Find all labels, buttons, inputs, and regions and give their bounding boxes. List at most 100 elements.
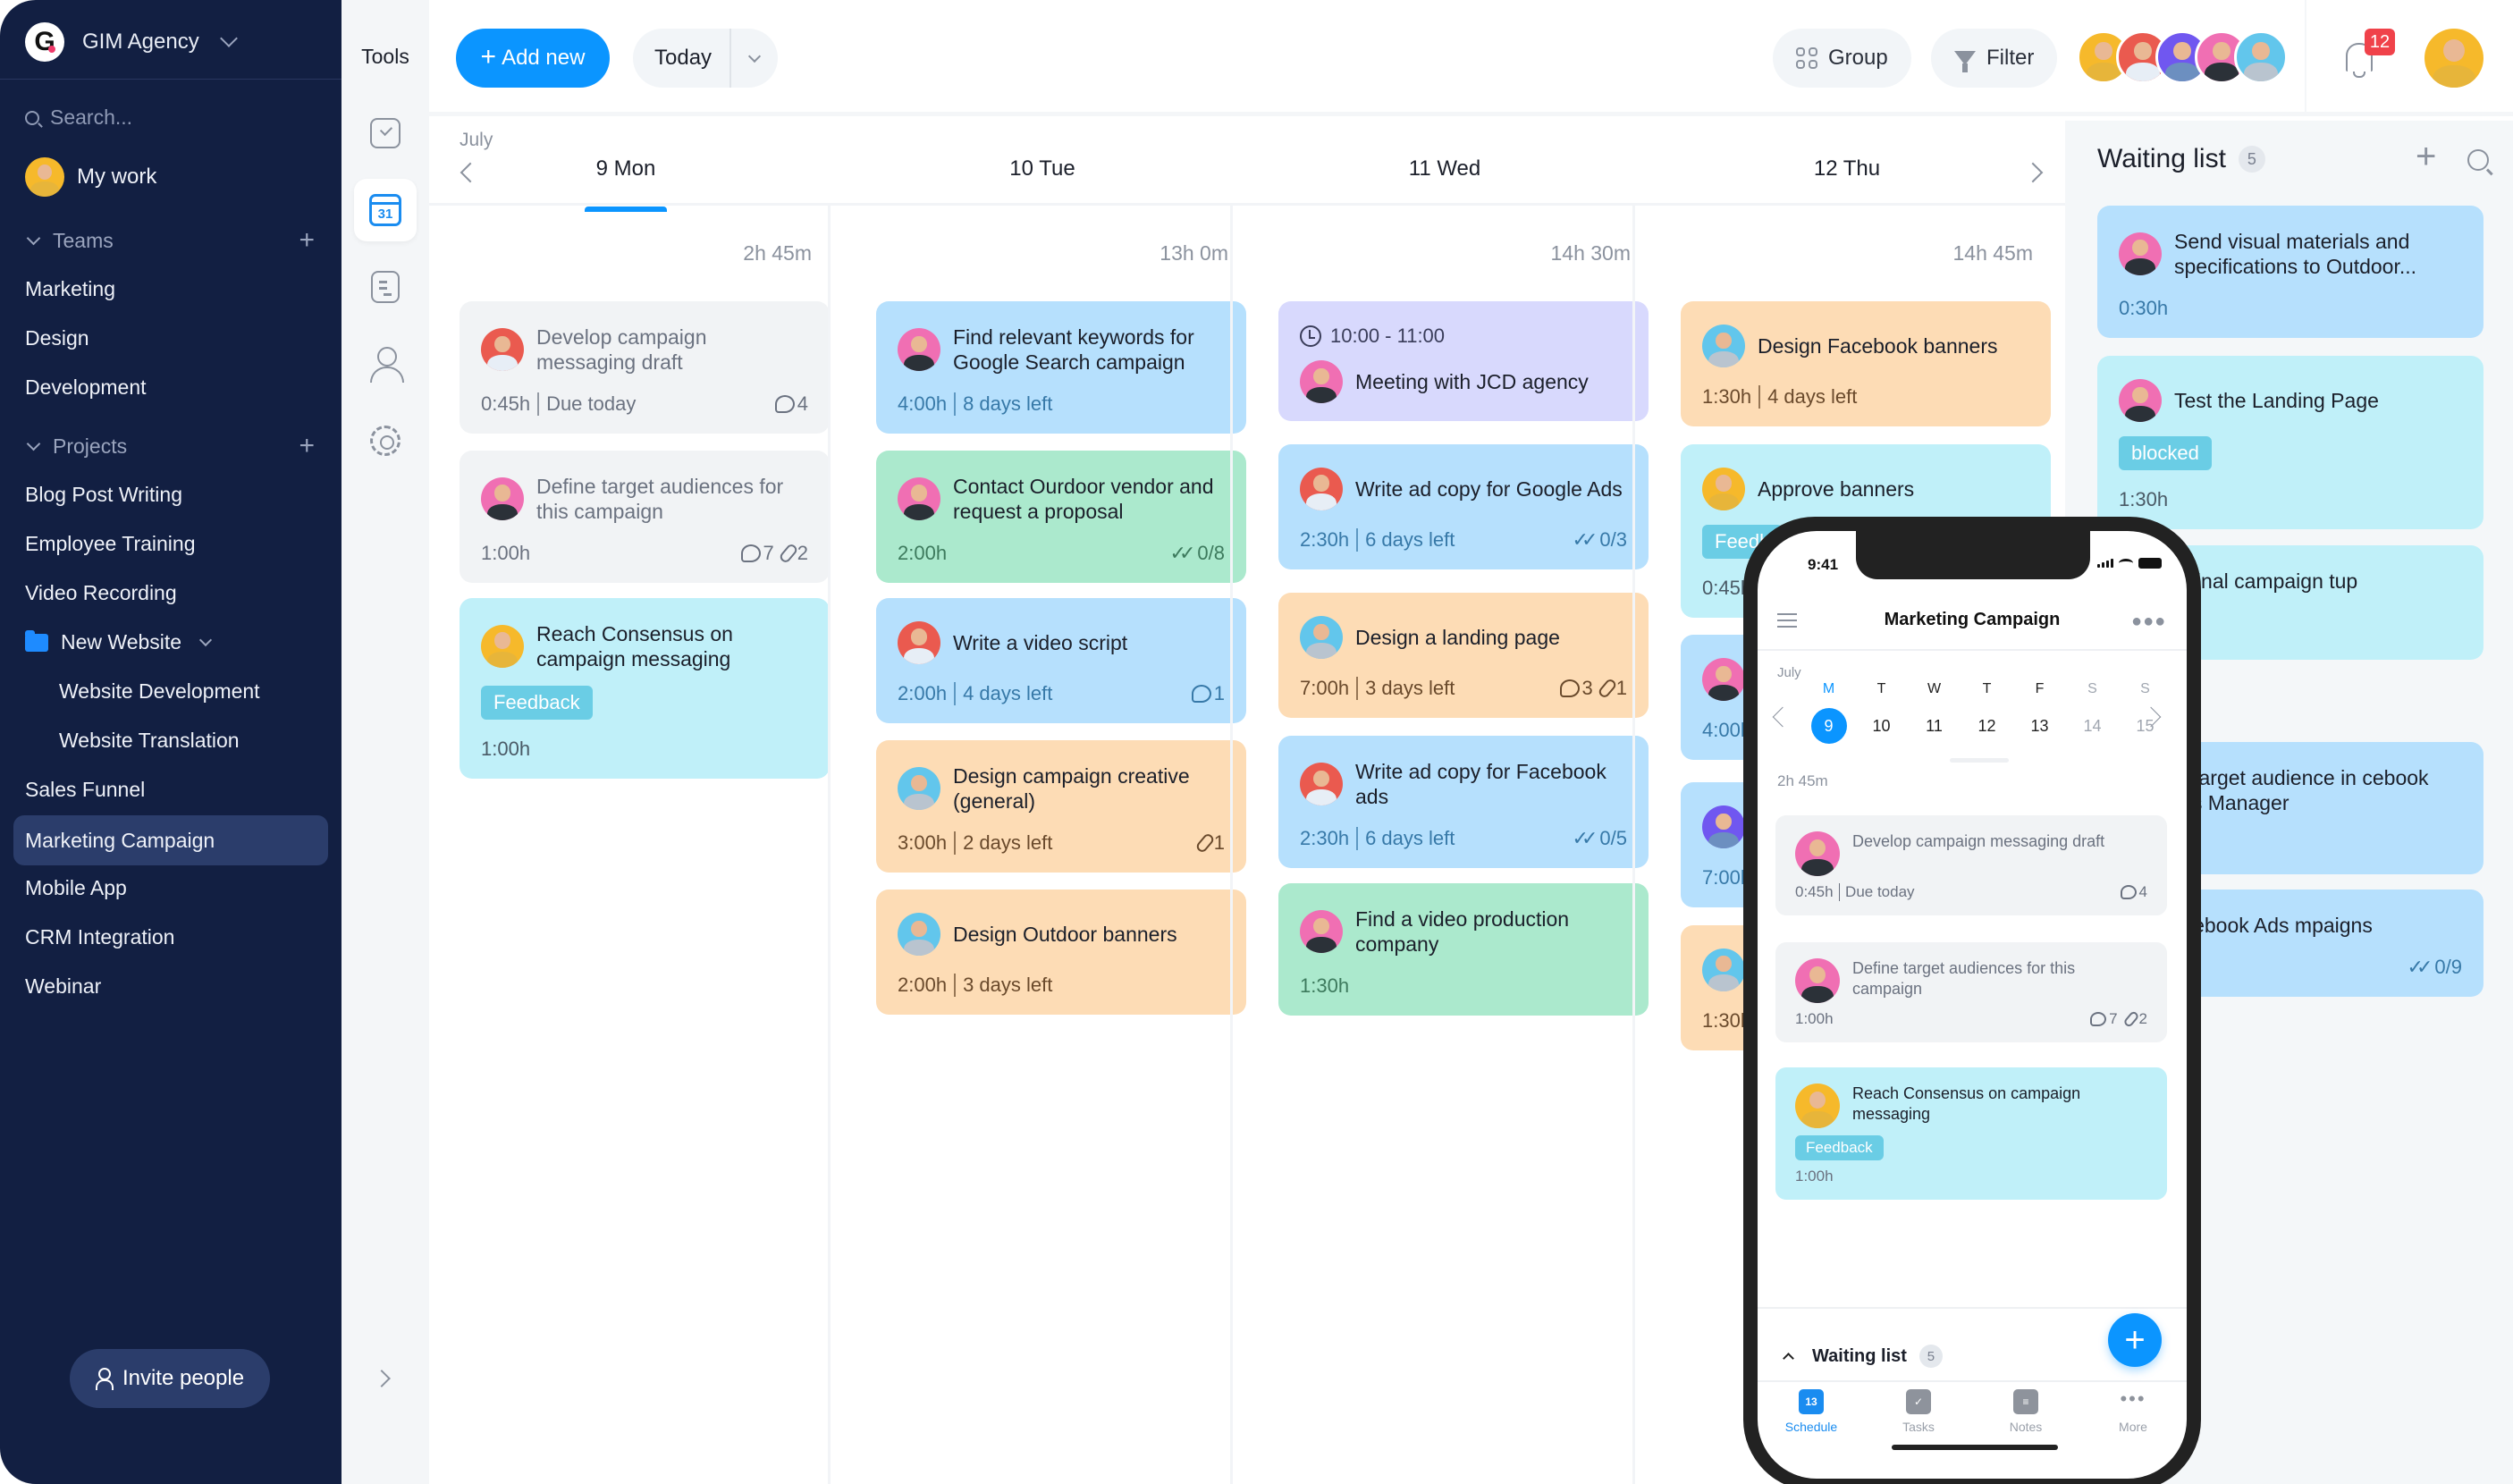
calendar-icon: 31 xyxy=(369,194,401,226)
tab-tasks[interactable]: ✓ Tasks xyxy=(1878,1389,1959,1434)
day-tab[interactable]: 11 Wed xyxy=(1355,156,1534,181)
sidebar-item-video-recording[interactable]: Video Recording xyxy=(25,581,177,605)
sidebar-item-crm-integration[interactable]: CRM Integration xyxy=(25,925,174,949)
add-team-icon[interactable]: + xyxy=(299,227,315,254)
sidebar-item-mobile-app[interactable]: Mobile App xyxy=(25,876,127,900)
task-card[interactable]: Write ad copy for Google Ads 2:30h 6 days … xyxy=(1278,443,1649,569)
task-title: Develop campaign messaging draft xyxy=(536,325,707,375)
week-day[interactable]: M9 xyxy=(1802,681,1855,744)
tool-tasks[interactable] xyxy=(354,102,417,164)
next-week-icon[interactable] xyxy=(2022,162,2044,183)
teams-section-header[interactable]: Teams + xyxy=(25,227,315,254)
tool-calendar[interactable]: 31 xyxy=(354,179,417,241)
day-number: 11 xyxy=(1926,717,1943,735)
user-avatar[interactable] xyxy=(2424,29,2483,88)
task-due: 6 days left xyxy=(1365,527,1455,551)
day-number: 9 xyxy=(1810,708,1847,744)
tab-more[interactable]: ••• More xyxy=(2093,1389,2173,1435)
more-icon[interactable]: ●●● xyxy=(2131,611,2166,632)
avatar[interactable] xyxy=(2234,30,2288,84)
prev-week-icon[interactable] xyxy=(1772,706,1793,728)
month-label: July xyxy=(460,130,493,150)
avatar xyxy=(1702,805,1745,848)
task-card[interactable]: Test the Landing Page blocked 1:30h xyxy=(2097,356,2483,530)
checklist-progress: ✓✓ 0/3 xyxy=(1573,528,1627,552)
task-meta: 2:00h ✓✓ 0/8 xyxy=(898,542,1225,565)
sidebar-search[interactable]: Search... xyxy=(25,105,132,130)
task-card[interactable]: Design Facebook banners 1:30h 4 days left xyxy=(1681,301,2051,427)
task-card[interactable]: Write a video script 2:00h 4 days left 1 xyxy=(876,597,1246,723)
my-work-link[interactable]: My work xyxy=(25,157,156,197)
task-card[interactable]: Write ad copy for Facebook ads 2:30h 6 day… xyxy=(1278,735,1649,868)
paperclip-icon xyxy=(778,542,799,565)
sidebar-folder-new-website[interactable]: New Website xyxy=(25,629,213,654)
task-stats: 72 xyxy=(740,542,808,565)
drag-handle[interactable] xyxy=(1950,758,2009,763)
add-new-button[interactable]: + Add new xyxy=(456,29,610,88)
task-meta: 0:45h Due today 4 xyxy=(1795,883,2147,901)
team-members[interactable] xyxy=(2077,30,2288,84)
day-tab[interactable]: 9 Mon xyxy=(536,156,715,212)
tool-people[interactable] xyxy=(354,333,417,395)
today-button[interactable]: Today xyxy=(633,29,779,88)
tab-label: Schedule xyxy=(1784,1420,1838,1434)
task-card[interactable]: Find relevant keywords for Google Search… xyxy=(876,301,1246,434)
task-card[interactable]: Reach Consensus on campaign messaging Fee… xyxy=(460,597,830,779)
add-project-icon[interactable]: + xyxy=(299,433,315,460)
tab-label: Tasks xyxy=(1902,1420,1935,1434)
filter-button[interactable]: Filter xyxy=(1931,29,2058,88)
projects-section-header[interactable]: Projects + xyxy=(25,433,315,460)
sidebar-item-website-translation[interactable]: Website Translation xyxy=(59,729,240,753)
add-task-fab[interactable]: + xyxy=(2108,1313,2162,1367)
sidebar-item-marketing[interactable]: Marketing xyxy=(25,277,115,301)
week-day[interactable]: T 12 xyxy=(1961,681,2013,744)
task-card[interactable]: Contact Ourdoor vendor and request a pro… xyxy=(876,450,1246,583)
task-title: Approve banners xyxy=(1758,476,1915,501)
task-card[interactable]: Develop campaign messaging draft 0:45h Due… xyxy=(1775,815,2167,915)
tab-schedule[interactable]: 13 Schedule xyxy=(1771,1389,1851,1434)
task-card[interactable]: Develop campaign messaging draft 0:45h Due… xyxy=(460,301,830,434)
phone-waiting-list-toggle[interactable]: Waiting list 5 xyxy=(1783,1345,1943,1368)
task-card[interactable]: Design Outdoor banners 2:00h 3 days left xyxy=(876,890,1246,1016)
week-day[interactable]: S 14 xyxy=(2066,681,2119,744)
sidebar-item-employee-training[interactable]: Employee Training xyxy=(25,532,196,556)
sidebar-item-webinar[interactable]: Webinar xyxy=(25,974,101,999)
group-button[interactable]: Group xyxy=(1773,29,1911,88)
week-day[interactable]: W 11 xyxy=(1908,681,1961,744)
sidebar-item-marketing-campaign[interactable]: Marketing Campaign xyxy=(13,815,328,865)
task-card[interactable]: Design a landing page 7:00h 3 days left 3 1 xyxy=(1278,593,1649,719)
task-card[interactable]: Find a video production company 1:30h xyxy=(1278,882,1649,1016)
checklist-progress: ✓✓ 0/9 xyxy=(2408,956,2462,979)
today-label[interactable]: Today xyxy=(633,29,732,88)
task-card[interactable]: Design campaign creative (general) 3:00h 2… xyxy=(876,740,1246,873)
sidebar-item-development[interactable]: Development xyxy=(25,375,147,400)
week-day[interactable]: S 15 xyxy=(2119,681,2171,744)
week-day[interactable]: F 13 xyxy=(2013,681,2066,744)
day-tab[interactable]: 10 Tue xyxy=(953,156,1132,181)
today-dropdown[interactable] xyxy=(731,49,778,63)
task-card[interactable]: Send visual materials and specifications… xyxy=(2097,205,2483,338)
week-day[interactable]: T 10 xyxy=(1855,681,1908,744)
search-icon[interactable] xyxy=(2467,149,2489,171)
attachments-count: 2 xyxy=(2121,1009,2147,1029)
avatar xyxy=(1300,360,1343,404)
task-meta: 1:00h 7 2 xyxy=(1795,1009,2147,1029)
task-card[interactable]: Define target audiences for this campaig… xyxy=(460,450,830,583)
task-title: Develop campaign messaging draft xyxy=(1852,832,2105,850)
task-card[interactable]: 10:00 - 11:00 Meeting with JCD agency xyxy=(1278,301,1649,422)
task-card[interactable]: Define target audiences for this campaig… xyxy=(1775,942,2167,1042)
sidebar-item-design[interactable]: Design xyxy=(25,326,89,350)
task-card[interactable]: Reach Consensus on campaign messaging Fee… xyxy=(1775,1067,2167,1200)
day-tab[interactable]: 12 Thu xyxy=(1758,156,1936,181)
sidebar-item-website-development[interactable]: Website Development xyxy=(59,679,260,704)
day-number: 15 xyxy=(2136,717,2155,735)
sidebar-item-blog-post-writing[interactable]: Blog Post Writing xyxy=(25,483,182,507)
tool-settings[interactable] xyxy=(354,409,417,472)
workspace-switcher[interactable]: G GIM Agency xyxy=(25,21,238,63)
tab-notes[interactable]: ≡ Notes xyxy=(1986,1389,2066,1434)
add-waiting-task-icon[interactable]: + xyxy=(2416,139,2436,174)
tool-notes[interactable] xyxy=(354,256,417,318)
prev-week-icon[interactable] xyxy=(460,162,481,183)
sidebar-item-sales-funnel[interactable]: Sales Funnel xyxy=(25,778,145,802)
invite-people-button[interactable]: Invite people xyxy=(70,1349,270,1408)
